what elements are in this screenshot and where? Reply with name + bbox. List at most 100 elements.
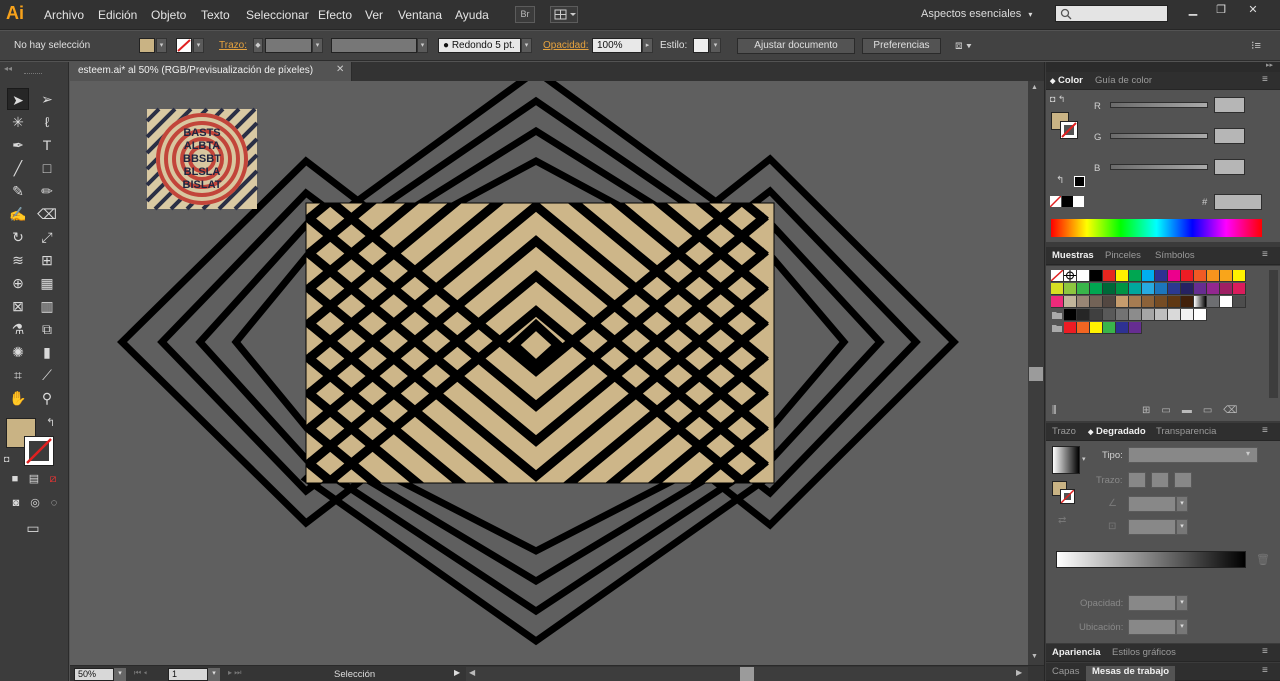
panel-menu-icon[interactable]: ⁝≡ <box>1251 39 1261 52</box>
color-swatch[interactable] <box>1103 270 1116 282</box>
opacity-field[interactable]: 100% <box>592 38 642 53</box>
stroke-within-button[interactable] <box>1128 472 1146 488</box>
next-artboard-icon[interactable]: ▸ ⏭ <box>228 668 241 678</box>
workspace-switcher[interactable]: Aspectos esenciales ▾ <box>921 8 1032 20</box>
color-swatch[interactable] <box>1116 322 1129 334</box>
minimize-button[interactable]: ▁ <box>1182 3 1204 18</box>
color-swatch[interactable] <box>1090 283 1103 295</box>
artboard-tool-icon[interactable]: ⌗ <box>7 364 29 386</box>
scroll-down-icon[interactable]: ▼ <box>1031 653 1038 660</box>
color-swatch[interactable] <box>1142 309 1155 321</box>
vertical-scrollbar[interactable]: ▲ ▼ <box>1028 81 1044 665</box>
color-swatch[interactable] <box>1090 322 1103 334</box>
brush-dropdown[interactable]: ▾ <box>521 38 532 53</box>
artboard-number-field[interactable]: 1 <box>168 668 208 681</box>
tab-swatches[interactable]: Muestras <box>1052 250 1094 261</box>
tab-graphic-styles[interactable]: Estilos gráficos <box>1112 647 1176 658</box>
variable-width-dropdown[interactable]: ▾ <box>417 38 428 53</box>
color-swatch[interactable] <box>1129 322 1142 334</box>
color-swatch[interactable] <box>1168 283 1181 295</box>
menu-ayuda[interactable]: Ayuda <box>455 8 489 22</box>
direct-selection-tool-icon[interactable]: ➢ <box>36 88 58 110</box>
stroke-weight-field[interactable] <box>265 38 312 53</box>
stroke-along-button[interactable] <box>1151 472 1169 488</box>
column-graph-tool-icon[interactable]: ▮ <box>36 341 58 363</box>
menu-texto[interactable]: Texto <box>201 8 230 22</box>
color-swatch[interactable] <box>1194 270 1207 282</box>
symbol-sprayer-tool-icon[interactable]: ✺ <box>7 341 29 363</box>
color-swatch[interactable] <box>1103 309 1116 321</box>
color-swatch[interactable] <box>1103 283 1116 295</box>
color-swatch[interactable] <box>1181 270 1194 282</box>
opacity-dropdown[interactable]: ▸ <box>642 38 653 53</box>
first-artboard-icon[interactable]: ⏮ ◂ <box>134 668 147 678</box>
hand-tool-icon[interactable]: ✋ <box>7 387 29 409</box>
color-swatch[interactable] <box>1233 270 1246 282</box>
color-swatch[interactable] <box>1142 283 1155 295</box>
none-mode-icon[interactable]: ⧄ <box>44 470 62 488</box>
dock-collapse-icon[interactable]: ▸▸ <box>1266 61 1273 69</box>
color-swatch[interactable] <box>1051 283 1064 295</box>
tab-symbols[interactable]: Símbolos <box>1155 250 1195 261</box>
hex-field[interactable] <box>1214 194 1262 210</box>
color-stroke-box[interactable] <box>1060 121 1078 139</box>
screen-mode-icon[interactable]: ▭ <box>22 517 44 539</box>
collapse-icon[interactable]: ◂◂ <box>4 64 12 73</box>
color-swatch[interactable] <box>1233 283 1246 295</box>
color-swatch[interactable] <box>1064 309 1077 321</box>
grip-handle[interactable] <box>24 73 42 75</box>
color-swatch[interactable] <box>1116 296 1129 308</box>
default-colors-icon[interactable]: ◘ <box>4 454 9 464</box>
angle-dropdown[interactable]: ▾ <box>1176 496 1188 512</box>
color-swatch[interactable] <box>1064 322 1077 334</box>
scale-tool-icon[interactable]: ⤢ <box>36 226 58 248</box>
color-swatch[interactable] <box>1090 270 1103 282</box>
style-swatch[interactable] <box>693 38 709 53</box>
style-dropdown[interactable]: ▾ <box>710 38 721 53</box>
blend-tool-icon[interactable]: ⧉ <box>36 318 58 340</box>
stroke-label[interactable]: Trazo: <box>219 40 247 51</box>
color-swatch[interactable] <box>1116 283 1129 295</box>
black-quick-swatch[interactable] <box>1062 196 1073 207</box>
horizontal-scrollbar[interactable]: ◀ ▶ <box>466 667 1028 681</box>
color-swatch[interactable] <box>1220 296 1233 308</box>
channel-g-field[interactable] <box>1214 128 1245 144</box>
aspect-ratio-field[interactable] <box>1128 519 1176 535</box>
rotate-tool-icon[interactable]: ↻ <box>7 226 29 248</box>
tab-gradient[interactable]: ◆ Degradado <box>1088 426 1146 437</box>
stroke-swatch[interactable] <box>176 38 192 53</box>
tab-stroke[interactable]: Trazo <box>1052 426 1076 437</box>
swatches-scrollbar[interactable] <box>1269 270 1278 398</box>
registration-swatch[interactable] <box>1064 270 1077 282</box>
color-swatch[interactable] <box>1142 270 1155 282</box>
gradient-panel-menu-icon[interactable]: ≡ <box>1262 425 1268 436</box>
color-swatch[interactable] <box>1155 283 1168 295</box>
eyedropper-tool-icon[interactable]: ⚗ <box>7 318 29 340</box>
angle-field[interactable] <box>1128 496 1176 512</box>
draw-inside-icon[interactable]: ◌ <box>45 494 63 512</box>
color-mode-icon[interactable]: ■ <box>6 470 24 488</box>
color-swatch[interactable] <box>1077 270 1090 282</box>
bridge-button[interactable]: Br <box>515 6 535 23</box>
tab-layers[interactable]: Capas <box>1052 666 1079 677</box>
line-tool-icon[interactable]: ╱ <box>7 157 29 179</box>
tab-appearance[interactable]: Apariencia <box>1052 647 1101 658</box>
color-swatch[interactable] <box>1168 296 1181 308</box>
tab-color[interactable]: ◆ Color <box>1050 75 1083 86</box>
hscroll-thumb[interactable] <box>740 667 754 681</box>
color-swatch[interactable] <box>1129 270 1142 282</box>
aspect-ratio-dropdown[interactable]: ▾ <box>1176 519 1188 535</box>
restore-button[interactable]: ❐ <box>1210 3 1232 18</box>
zoom-dropdown[interactable]: ▾ <box>114 668 126 681</box>
selection-tool-icon[interactable]: ➤ <box>7 88 29 110</box>
gradient-location-dropdown[interactable]: ▾ <box>1176 619 1188 635</box>
stroke-across-button[interactable] <box>1174 472 1192 488</box>
gradient-type-select[interactable] <box>1128 447 1258 463</box>
gradient-slider[interactable] <box>1056 551 1246 568</box>
tab-transparency[interactable]: Transparencia <box>1156 426 1216 437</box>
magic-wand-tool-icon[interactable]: ✳ <box>7 111 29 133</box>
gradient-location-field[interactable] <box>1128 619 1176 635</box>
tab-color-guide[interactable]: Guía de color <box>1095 75 1152 86</box>
reverse-gradient-icon[interactable]: ⇄ <box>1058 515 1066 526</box>
paintbrush-tool-icon[interactable]: ✎ <box>7 180 29 202</box>
